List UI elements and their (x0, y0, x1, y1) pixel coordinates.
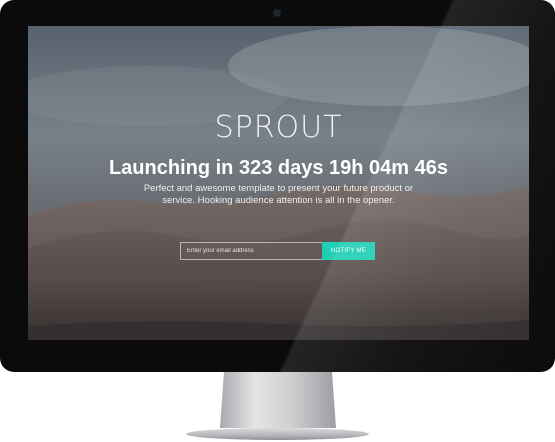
monitor-stand-neck (220, 372, 336, 428)
email-input[interactable] (180, 242, 322, 260)
monitor-mockup: SPROUT Launching in 323 days 19h 04m 46s… (0, 0, 555, 442)
notify-me-button[interactable]: NOTIFY ME (322, 242, 375, 260)
webcam-icon (274, 10, 280, 16)
brand-logo: SPROUT (214, 110, 343, 145)
landing-page-screen: SPROUT Launching in 323 days 19h 04m 46s… (28, 26, 529, 340)
tagline-text: Perfect and awesome template to present … (143, 183, 414, 206)
monitor-stand-base (186, 428, 369, 440)
countdown-headline: Launching in 323 days 19h 04m 46s (108, 157, 449, 179)
email-signup-form: NOTIFY ME (180, 242, 375, 260)
monitor-bezel: SPROUT Launching in 323 days 19h 04m 46s… (0, 0, 555, 372)
